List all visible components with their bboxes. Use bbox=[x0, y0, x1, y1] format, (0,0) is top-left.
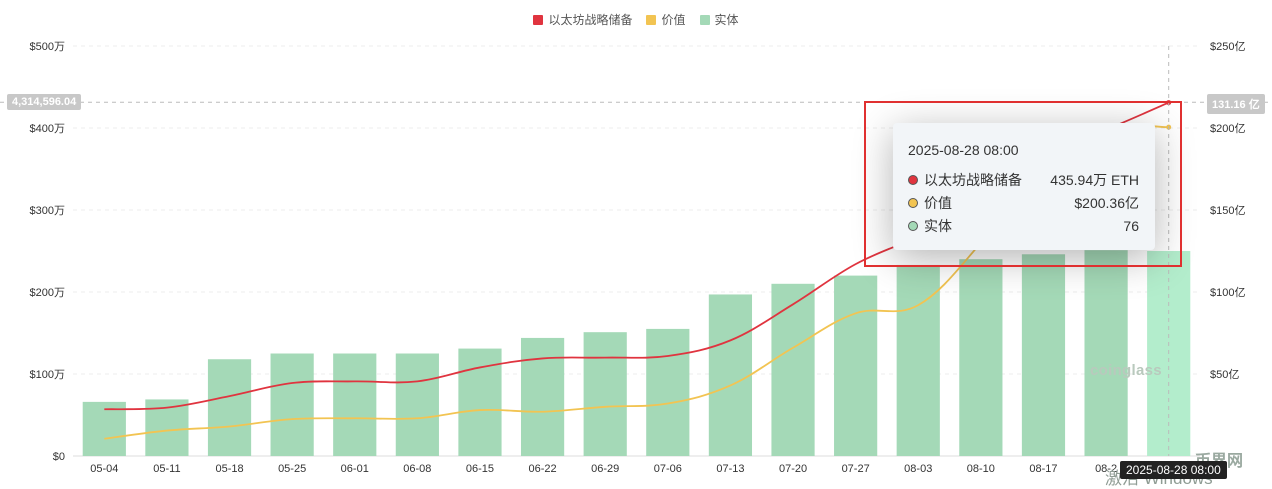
tooltip-title: 2025-08-28 08:00 bbox=[908, 142, 1019, 158]
legend-swatch-entities bbox=[699, 14, 710, 25]
bar bbox=[270, 353, 314, 456]
legend: 以太坊战略储备 价值 实体 bbox=[0, 11, 1272, 28]
left-tick-label: $500万 bbox=[30, 41, 65, 53]
tooltip-value-entities: 76 bbox=[1123, 217, 1139, 234]
x-tick-label: 06-22 bbox=[529, 463, 557, 475]
legend-item-value[interactable]: 价值 bbox=[646, 11, 686, 28]
legend-swatch-reserve bbox=[533, 14, 544, 25]
x-tick-label: 07-27 bbox=[842, 463, 870, 475]
bar bbox=[583, 332, 627, 456]
left-tick-label: $400万 bbox=[30, 123, 65, 135]
bar bbox=[646, 328, 690, 456]
bar bbox=[771, 283, 815, 456]
right-tick-label: $100亿 bbox=[1210, 286, 1245, 299]
watermark-logo: coinglass bbox=[1090, 362, 1162, 379]
right-tick-label: $150亿 bbox=[1210, 204, 1245, 217]
x-tick-label: 05-18 bbox=[215, 463, 243, 475]
legend-label-entities: 实体 bbox=[714, 13, 739, 27]
x-tick-label: 06-01 bbox=[341, 463, 369, 475]
bar bbox=[959, 259, 1003, 456]
bar bbox=[395, 353, 439, 456]
left-tick-label: $200万 bbox=[30, 287, 65, 299]
x-tick-label: 08-10 bbox=[967, 463, 995, 475]
bar bbox=[333, 353, 377, 456]
legend-label-value: 价值 bbox=[661, 13, 686, 27]
bar bbox=[834, 275, 878, 456]
x-tick-label: 06-08 bbox=[403, 463, 431, 475]
bar bbox=[520, 337, 565, 456]
left-tick-label: $100万 bbox=[30, 369, 65, 381]
tooltip-value-value: $200.36亿 bbox=[1074, 194, 1139, 211]
tooltip-value-reserve: 435.94万 ETH bbox=[1050, 171, 1139, 188]
tooltip-label-value: 价值 bbox=[924, 194, 952, 211]
bar bbox=[1084, 250, 1128, 456]
tooltip-dot-reserve bbox=[908, 174, 918, 185]
left-tick-label: $300万 bbox=[30, 205, 65, 217]
x-tick-label: 07-20 bbox=[779, 463, 807, 475]
tooltip-label-reserve: 以太坊战略储备 bbox=[924, 171, 1022, 188]
x-tick-label: 07-06 bbox=[654, 463, 682, 475]
x-tick-label: 06-15 bbox=[466, 463, 494, 475]
tooltip-row-value: 价值 $200.36亿 bbox=[908, 193, 1139, 212]
bar bbox=[1021, 254, 1066, 456]
tooltip-row-entities: 实体 76 bbox=[908, 216, 1139, 235]
right-tick-label: $50亿 bbox=[1210, 368, 1239, 381]
x-tick-label: 05-04 bbox=[90, 463, 118, 475]
tooltip-row-reserve: 以太坊战略储备 435.94万 ETH bbox=[908, 170, 1139, 189]
legend-item-reserve[interactable]: 以太坊战略储备 bbox=[533, 11, 632, 28]
right-tick-label: $200亿 bbox=[1210, 122, 1245, 135]
bar bbox=[207, 359, 252, 456]
legend-swatch-value bbox=[646, 14, 657, 25]
tooltip: 2025-08-28 08:00 以太坊战略储备 435.94万 ETH 价值 $2… bbox=[893, 123, 1155, 250]
x-tick-label: 07-13 bbox=[716, 463, 744, 475]
legend-label-reserve: 以太坊战略储备 bbox=[548, 13, 633, 27]
legend-item-entities[interactable]: 实体 bbox=[699, 11, 739, 28]
tooltip-dot-entities bbox=[908, 220, 918, 231]
x-tick-label: 08-17 bbox=[1029, 463, 1057, 475]
left-tick-label: $0 bbox=[53, 451, 65, 463]
right-tick-label: $250亿 bbox=[1210, 40, 1245, 53]
tooltip-dot-value bbox=[908, 197, 918, 208]
crosshair-x-badge: 2025-08-28 08:00 bbox=[1120, 461, 1227, 479]
crosshair-left-badge: 4,314,596.04 bbox=[7, 94, 82, 110]
x-tick-label: 08-03 bbox=[904, 463, 932, 475]
bar bbox=[708, 294, 753, 456]
x-tick-label: 06-29 bbox=[591, 463, 619, 475]
x-tick-label: 05-25 bbox=[278, 463, 306, 475]
crosshair-right-badge: 131.16 亿 bbox=[1207, 94, 1265, 114]
tooltip-label-entities: 实体 bbox=[924, 217, 952, 234]
x-tick-label: 05-11 bbox=[153, 463, 180, 475]
